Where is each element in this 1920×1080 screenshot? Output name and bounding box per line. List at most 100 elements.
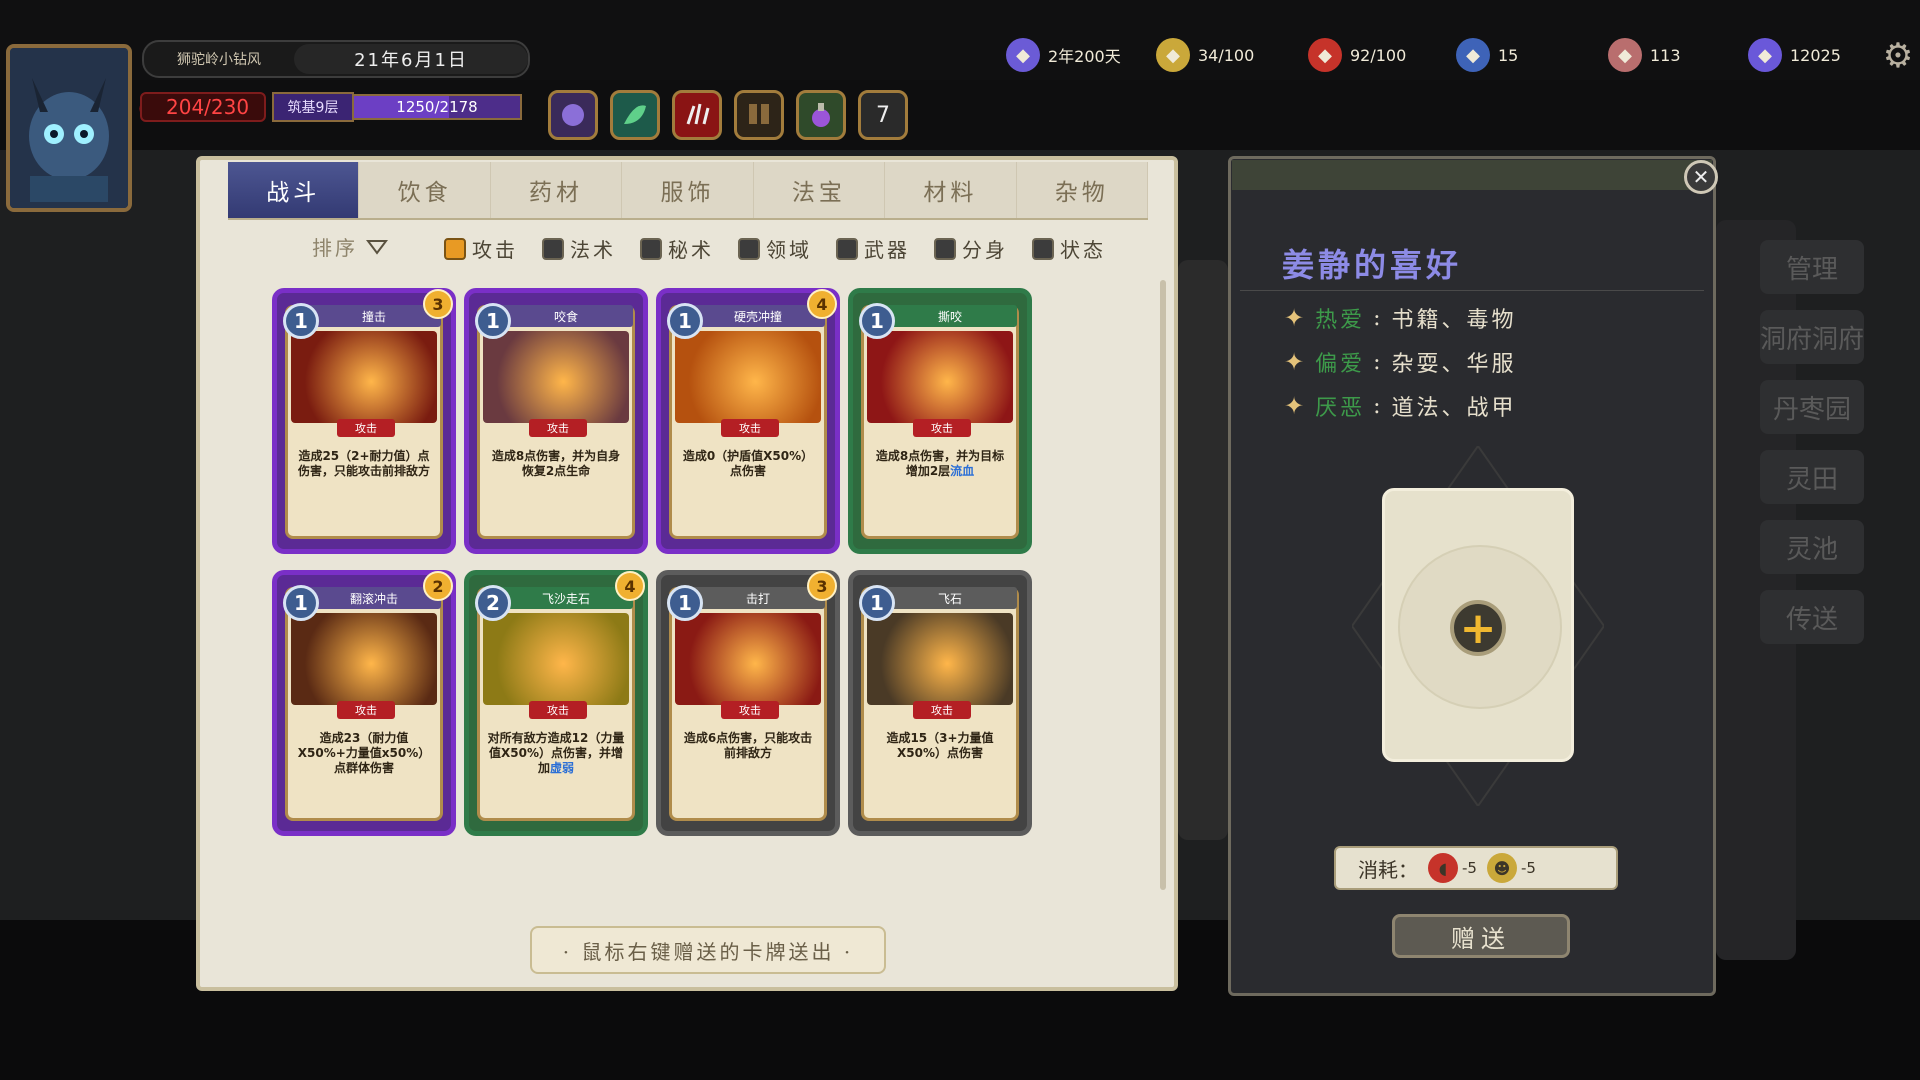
- skill-card[interactable]: 撞击 攻击 造成25（2+耐力值）点伤害，只能攻击前排敌方 1 3: [272, 288, 456, 554]
- gift-panel-title: 姜静的喜好: [1282, 246, 1463, 284]
- card-count-badge: 2: [423, 571, 453, 601]
- card-desc-text: 造成25（2+耐力值）点伤害，只能攻击前排敌方: [297, 449, 430, 478]
- exp-value: 1250/2178: [396, 98, 478, 116]
- card-title: 撞击: [307, 305, 441, 327]
- skill-card[interactable]: 咬食 攻击 造成8点伤害，并为自身恢复2点生命 1: [464, 288, 648, 554]
- resource-value: 15: [1498, 45, 1519, 65]
- tab-5[interactable]: 材料: [885, 162, 1017, 218]
- card-art: [675, 331, 821, 423]
- star-icon: ✦: [1284, 348, 1308, 376]
- card-description: 造成23（耐力值X50%+力量值x50%）点群体伤害: [295, 731, 433, 811]
- card-desc-text: 造成0（护盾值X50%）点伤害: [682, 449, 814, 478]
- sort-control[interactable]: 排序: [312, 232, 388, 261]
- skill-card[interactable]: 撕咬 攻击 造成8点伤害，并为目标增加2层流血 1: [848, 288, 1032, 554]
- buff-skull-icon[interactable]: [548, 90, 598, 140]
- background-nav-button: 传送: [1760, 590, 1864, 644]
- filter-label: 秘术: [668, 238, 714, 262]
- skill-card[interactable]: 硬壳冲撞 攻击 造成0（护盾值X50%）点伤害 1 4: [656, 288, 840, 554]
- preference-value: 杂耍、华服: [1391, 352, 1517, 377]
- card-cost: 1: [667, 303, 703, 339]
- cost-disciple: ☻ -5: [1486, 853, 1536, 883]
- buff-potion-icon[interactable]: [796, 90, 846, 140]
- tab-1[interactable]: 饮食: [359, 162, 491, 218]
- card-type-tag: 攻击: [721, 419, 779, 437]
- character-name: 狮驼岭小钻风: [177, 52, 261, 68]
- skill-card[interactable]: 击打 攻击 造成6点伤害，只能攻击前排敌方 1 3: [656, 570, 840, 836]
- cost-disciple-value: -5: [1520, 859, 1536, 877]
- person-icon: ☻: [1486, 853, 1517, 883]
- cost-label: 消耗：: [1358, 857, 1418, 882]
- close-button[interactable]: ✕: [1684, 160, 1718, 194]
- card-type-tag: 攻击: [529, 701, 587, 719]
- card-cost: 1: [283, 585, 319, 621]
- checkbox-icon: [640, 237, 662, 260]
- tab-6[interactable]: 杂物: [1017, 162, 1148, 218]
- preference-separator: :: [1373, 349, 1384, 375]
- filter-checkbox[interactable]: 秘术: [640, 234, 714, 263]
- card-art: [675, 613, 821, 705]
- resource-reputation[interactable]: ◆ 15: [1456, 36, 1518, 74]
- card-type-tag: 攻击: [337, 701, 395, 719]
- resource-spirit-stones[interactable]: ◆ 12025: [1748, 36, 1841, 74]
- background-panel: [1178, 260, 1228, 840]
- card-description: 造成6点伤害，只能攻击前排敌方: [679, 731, 817, 811]
- buff-count[interactable]: 7: [858, 90, 908, 140]
- tab-0[interactable]: 战斗: [228, 162, 360, 218]
- resource-materials[interactable]: ◆ 113: [1608, 36, 1681, 74]
- character-avatar[interactable]: [6, 44, 132, 212]
- card-art: [867, 613, 1013, 705]
- card-art: [291, 613, 437, 705]
- skill-card[interactable]: 飞石 攻击 造成15（3+力量值X50%）点伤害 1: [848, 570, 1032, 836]
- filter-checkbox[interactable]: 攻击: [444, 234, 518, 263]
- skill-card[interactable]: 飞沙走石 攻击 对所有敌方造成12（力量值X50%）点伤害，并增加虚弱 2 4: [464, 570, 648, 836]
- resource-food[interactable]: ◆ 92/100: [1308, 36, 1406, 74]
- filter-label: 法术: [570, 238, 616, 262]
- card-description: 造成25（2+耐力值）点伤害，只能攻击前排敌方: [295, 449, 433, 529]
- card-title: 咬食: [499, 305, 633, 327]
- card-description: 造成8点伤害，并为目标增加2层流血: [871, 449, 1009, 529]
- buff-leaf-icon[interactable]: [610, 90, 660, 140]
- resource-value: 2年200天: [1048, 47, 1121, 66]
- preference-value: 道法、战甲: [1391, 396, 1517, 421]
- background-nav-button: 丹枣园: [1760, 380, 1864, 434]
- filter-checkbox[interactable]: 法术: [542, 234, 616, 263]
- filter-checkbox[interactable]: 领域: [738, 234, 812, 263]
- tab-3[interactable]: 服饰: [622, 162, 754, 218]
- settings-gear-icon[interactable]: ⚙: [1878, 36, 1918, 76]
- resource-value: 34/100: [1198, 45, 1255, 65]
- give-button[interactable]: 赠送: [1392, 914, 1570, 958]
- card-art: [483, 331, 629, 423]
- resource-value: 113: [1650, 45, 1681, 65]
- dragon-portrait-icon: [10, 48, 128, 208]
- card-title: 飞石: [883, 587, 1017, 609]
- buff-claw-icon[interactable]: [672, 90, 722, 140]
- resource-disciples[interactable]: ◆ 34/100: [1156, 36, 1254, 74]
- tab-4[interactable]: 法宝: [754, 162, 886, 218]
- sort-label: 排序: [312, 236, 358, 260]
- scrollbar[interactable]: [1160, 280, 1166, 890]
- background-nav-button: 灵池: [1760, 520, 1864, 574]
- tab-2[interactable]: 药材: [491, 162, 623, 218]
- filter-checkbox[interactable]: 分身: [934, 234, 1008, 263]
- person-icon: ◆: [1156, 38, 1190, 72]
- add-gift-plus-icon[interactable]: +: [1450, 600, 1506, 656]
- resource-lifespan[interactable]: ◆ 2年200天: [1006, 36, 1121, 74]
- card-cost: 1: [859, 303, 895, 339]
- card-type-tag: 攻击: [337, 419, 395, 437]
- card-art: [291, 331, 437, 423]
- preference-label: 热爱: [1315, 308, 1366, 333]
- cost-food-value: -5: [1462, 859, 1477, 877]
- card-cost: 1: [283, 303, 319, 339]
- category-tabs: 战斗 饮食 药材 服饰 法宝 材料 杂物: [228, 162, 1148, 220]
- hp-bar: 204/230: [140, 92, 266, 122]
- card-desc-text: 造成15（3+力量值X50%）点伤害: [886, 731, 994, 760]
- filter-checkbox[interactable]: 状态: [1032, 234, 1106, 263]
- buff-boots-icon[interactable]: [734, 90, 784, 140]
- crystal-icon: ◆: [1748, 38, 1782, 72]
- card-art: [867, 331, 1013, 423]
- checkbox-icon: [542, 237, 564, 260]
- skill-card[interactable]: 翻滚冲击 攻击 造成23（耐力值X50%+力量值x50%）点群体伤害 1 2: [272, 570, 456, 836]
- cost-food: ◖ -5: [1428, 853, 1477, 883]
- checkbox-icon: [1032, 237, 1054, 260]
- filter-checkbox[interactable]: 武器: [836, 234, 910, 263]
